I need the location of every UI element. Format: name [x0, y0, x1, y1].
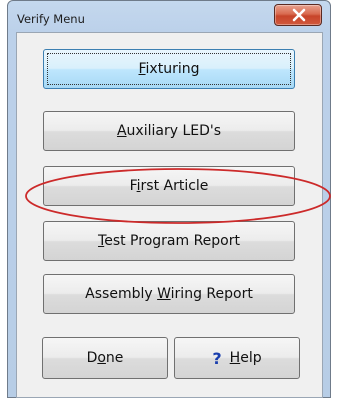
fixturing-button[interactable]: Fixturing: [43, 49, 295, 89]
fixturing-label: Fixturing: [138, 61, 200, 77]
close-icon: [292, 8, 306, 22]
dialog-client-area: Fixturing Auxiliary LED's First Article …: [16, 32, 323, 398]
title-bar: Verify Menu: [8, 1, 330, 33]
auxiliary-leds-label: Auxiliary LED's: [116, 123, 222, 139]
auxiliary-leds-button[interactable]: Auxiliary LED's: [43, 111, 295, 151]
first-article-label: First Article: [129, 178, 209, 194]
verify-menu-window: Verify Menu Fixturing Auxiliary LED's Fi…: [7, 0, 331, 398]
question-mark-icon: ?: [212, 348, 222, 368]
window-title: Verify Menu: [17, 12, 85, 26]
assembly-wiring-report-label: Assembly Wiring Report: [85, 286, 253, 302]
done-button[interactable]: Done: [42, 337, 168, 379]
first-article-button[interactable]: First Article: [43, 166, 295, 206]
assembly-wiring-report-button[interactable]: Assembly Wiring Report: [43, 274, 295, 314]
test-program-report-button[interactable]: Test Program Report: [43, 221, 295, 261]
help-button[interactable]: ? Help: [174, 337, 300, 379]
test-program-report-label: Test Program Report: [98, 233, 240, 249]
help-label: Help: [229, 350, 262, 366]
done-label: Done: [86, 350, 124, 366]
close-button[interactable]: [274, 4, 322, 26]
